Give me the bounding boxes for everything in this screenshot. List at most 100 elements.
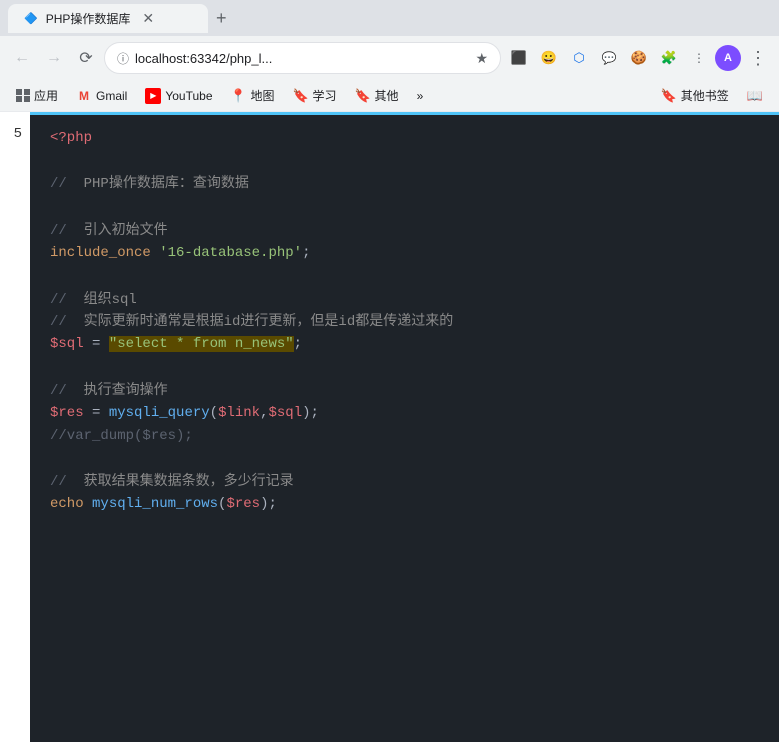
bookmark-star-icon[interactable]: ★ (475, 50, 488, 67)
reload-button[interactable]: ⟳ (72, 44, 100, 72)
back-button[interactable]: ← (8, 44, 36, 72)
extension-icon-5[interactable]: ⋮ (685, 44, 713, 72)
close-paren-1: ); (302, 405, 319, 421)
bookmark-other[interactable]: 🔖 其他 (347, 83, 407, 108)
tab-title: PHP操作数据库 (46, 10, 131, 27)
bookmark-reading-list[interactable]: 📖 (739, 84, 771, 108)
bookmark-study[interactable]: 🔖 学习 (285, 83, 345, 108)
gmail-icon: M (76, 88, 92, 104)
other-bookmarks-icon: 🔖 (661, 88, 677, 104)
link-var: $link (218, 405, 260, 421)
extension-icon-3[interactable]: 💬 (595, 44, 623, 72)
comment-text-6: 获取结果集数据条数，多少行记录 (75, 474, 293, 490)
res-var-2: $res (226, 496, 260, 512)
comment-4: // (50, 314, 75, 330)
close-paren-2: ); (260, 496, 277, 512)
code-line-2 (50, 149, 759, 173)
code-line-5: // 引入初始文件 (50, 220, 759, 242)
mysqli-num-rows-func: mysqli_num_rows (92, 496, 218, 512)
code-line-10: $sql = "select * from n_news"; (50, 333, 759, 355)
nav-bar: ← → ⟳ ⓘ localhost:63342/php_l... ★ ⬛ 😀 ⬡… (0, 36, 779, 80)
maps-icon: 📍 (231, 88, 247, 104)
code-line-9: // 实际更新时通常是根据id进行更新，但是id都是传递过来的 (50, 311, 759, 333)
nav-icons: ⬛ 😀 ⬡ 💬 🍪 🧩 ⋮ A ⋮ (505, 44, 771, 72)
assign-op: = (84, 336, 109, 352)
code-line-15 (50, 447, 759, 471)
profile-button[interactable]: A (715, 45, 741, 71)
code-line-8: // 组织sql (50, 289, 759, 311)
sql-string-highlighted: "select * from n_news" (109, 336, 294, 352)
extension-icon-1[interactable]: 😀 (535, 44, 563, 72)
echo-keyword: echo (50, 496, 84, 512)
semicolon-1: ; (302, 245, 310, 261)
study-icon: 🔖 (293, 88, 309, 104)
code-line-7 (50, 265, 759, 289)
extension-icon-4[interactable]: 🍪 (625, 44, 653, 72)
code-area: <?php // PHP操作数据库：查询数据 // 引入初始文件 include… (30, 112, 779, 742)
menu-button[interactable]: ⋮ (743, 44, 771, 72)
forward-button[interactable]: → (40, 44, 68, 72)
code-line-11 (50, 356, 759, 380)
semicolon-2: ; (294, 336, 302, 352)
code-line-14: //var_dump($res); (50, 425, 759, 447)
lock-icon: ⓘ (117, 50, 129, 67)
code-line-6: include_once '16-database.php'; (50, 242, 759, 264)
code-line-4 (50, 196, 759, 220)
tab-close[interactable]: ✕ (142, 10, 154, 27)
code-line-16: // 获取结果集数据条数，多少行记录 (50, 471, 759, 493)
address-bar[interactable]: ⓘ localhost:63342/php_l... ★ (104, 42, 501, 74)
browser-chrome: 🔷 PHP操作数据库 ✕ + ← → ⟳ ⓘ localhost:63342/p… (0, 0, 779, 112)
youtube-icon: ▶ (145, 88, 161, 104)
sql-var: $sql (50, 336, 84, 352)
other-icon: 🔖 (355, 88, 371, 104)
comment-3: // (50, 292, 75, 308)
comment-text-1: PHP操作数据库：查询数据 (75, 176, 249, 192)
apps-label: 应用 (34, 87, 58, 104)
bookmark-more[interactable]: » (409, 85, 432, 107)
code-line-13: $res = mysqli_query($link,$sql); (50, 402, 759, 424)
more-label: » (417, 89, 424, 103)
bookmark-youtube[interactable]: ▶ YouTube (137, 84, 220, 108)
maps-label: 地图 (251, 87, 275, 104)
comment-5: // (50, 383, 75, 399)
comment-1: // (50, 176, 75, 192)
comment-vardump: //var_dump($res); (50, 428, 193, 444)
new-tab-button[interactable]: + (208, 2, 235, 35)
tab-favicon: 🔷 (24, 12, 38, 25)
line-numbers: 5 (0, 112, 30, 742)
code-line-1: <?php (50, 127, 759, 149)
comment-text-3: 组织sql (75, 292, 137, 308)
other-bookmarks-label: 其他书签 (681, 87, 729, 104)
bookmark-other-bookmarks[interactable]: 🔖 其他书签 (653, 83, 737, 108)
comment-text-5: 执行查询操作 (75, 383, 167, 399)
comment-6: // (50, 474, 75, 490)
address-text: localhost:63342/php_l... (135, 51, 469, 66)
comment-text-2: 引入初始文件 (75, 223, 167, 239)
extensions-button[interactable]: ⬛ (505, 44, 533, 72)
reading-list-icon: 📖 (747, 88, 763, 104)
study-label: 学习 (313, 87, 337, 104)
bookmark-gmail[interactable]: M Gmail (68, 84, 135, 108)
assign-op-2: = (84, 405, 109, 421)
include-keyword: include_once (50, 245, 151, 261)
space-1 (84, 496, 92, 512)
apps-icon (16, 89, 30, 103)
extension-icon-2[interactable]: ⬡ (565, 44, 593, 72)
code-line-17: echo mysqli_num_rows($res); (50, 493, 759, 515)
params-1: ( (210, 405, 218, 421)
gmail-label: Gmail (96, 89, 127, 103)
sql-var-2: $sql (268, 405, 302, 421)
bookmarks-bar: 应用 M Gmail ▶ YouTube 📍 地图 🔖 学习 🔖 其他 » 🔖 (0, 80, 779, 112)
extensions-puzzle[interactable]: 🧩 (655, 44, 683, 72)
php-open-tag: <?php (50, 130, 92, 146)
tab-bar: 🔷 PHP操作数据库 ✕ + (0, 0, 779, 36)
code-line-3: // PHP操作数据库：查询数据 (50, 173, 759, 195)
comment-2: // (50, 223, 75, 239)
other-label: 其他 (375, 87, 399, 104)
include-string: '16-database.php' (151, 245, 302, 261)
code-line-12: // 执行查询操作 (50, 380, 759, 402)
line-number-5: 5 (14, 126, 22, 142)
bookmark-apps[interactable]: 应用 (8, 83, 66, 108)
bookmark-maps[interactable]: 📍 地图 (223, 83, 283, 108)
res-var: $res (50, 405, 84, 421)
